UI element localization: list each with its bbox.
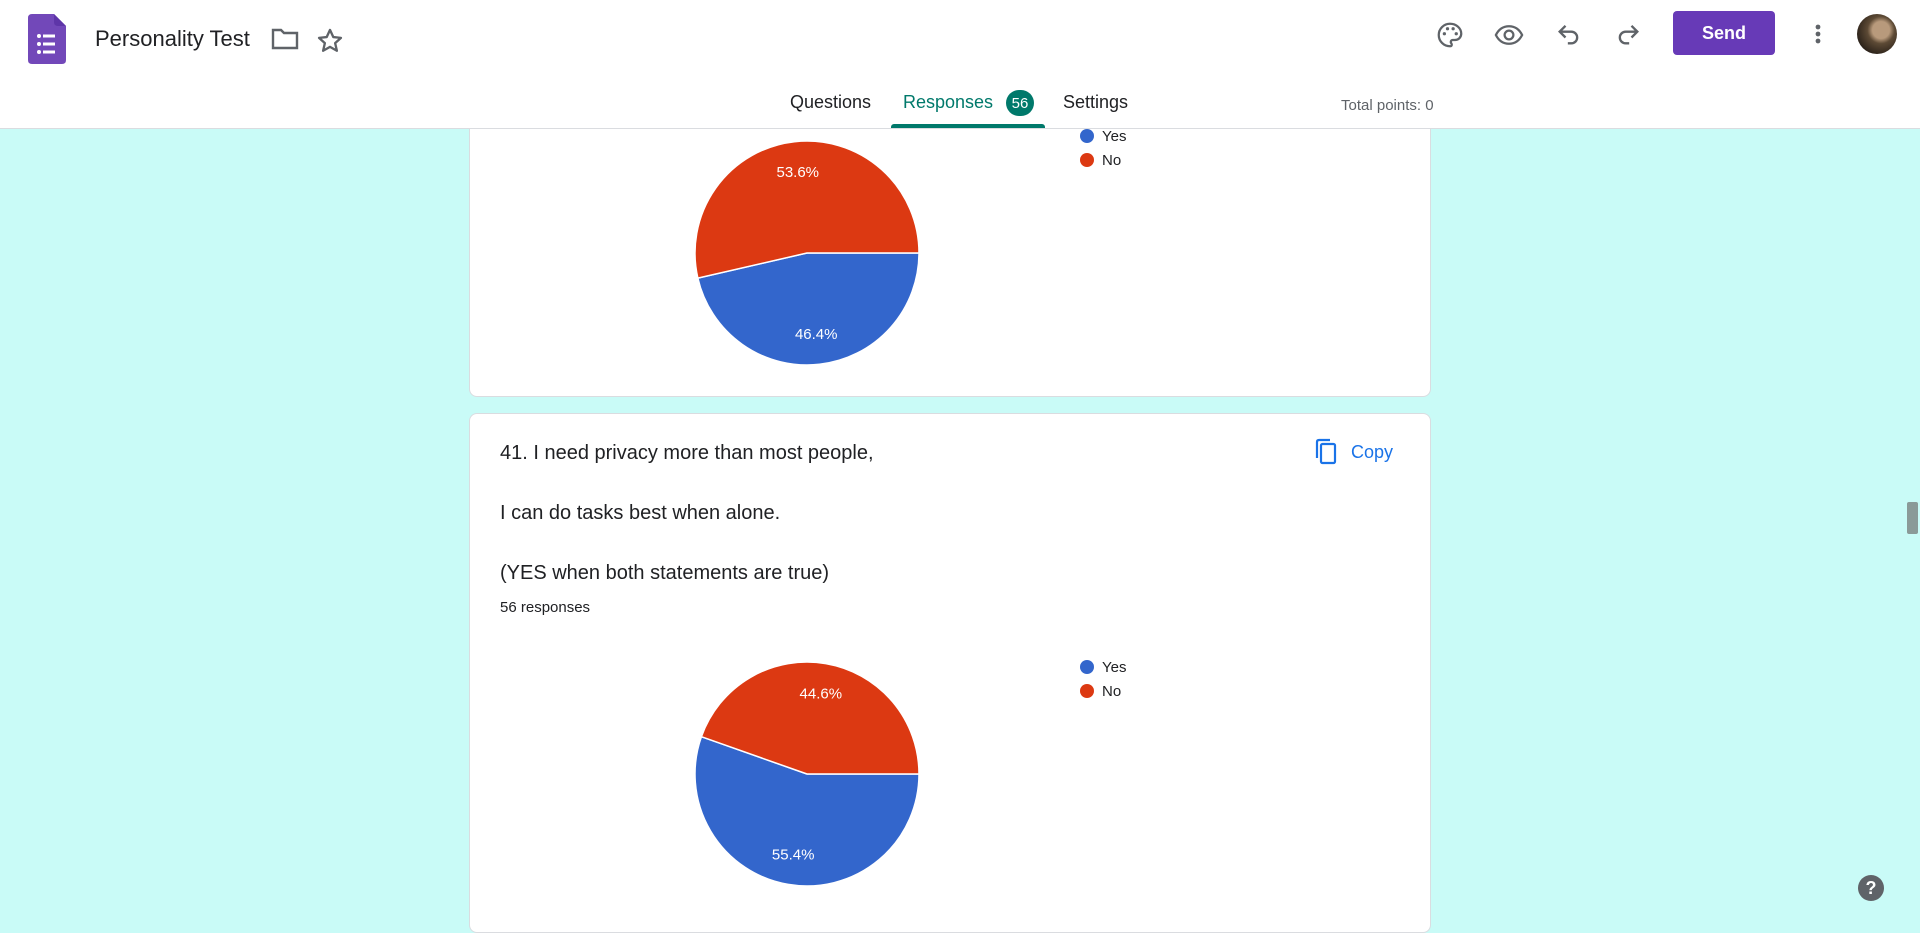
legend-label: Yes bbox=[1102, 658, 1127, 676]
question-card: 41. I need privacy more than most people… bbox=[469, 413, 1431, 933]
legend-item-no: No bbox=[1080, 679, 1126, 703]
pie-slice-label: 44.6% bbox=[800, 685, 843, 702]
chart-legend: Yes No bbox=[1080, 655, 1126, 703]
pie-chart: 55.4% 44.6% bbox=[694, 661, 920, 887]
pie-slice-label: 53.6% bbox=[776, 164, 819, 181]
question-text: 41. I need privacy more than most people… bbox=[500, 442, 874, 464]
folder-icon[interactable] bbox=[270, 26, 300, 52]
send-button[interactable]: Send bbox=[1673, 11, 1775, 55]
legend-item-no: No bbox=[1080, 148, 1126, 172]
legend-label: No bbox=[1102, 682, 1122, 700]
tab-questions[interactable]: Questions bbox=[790, 92, 871, 113]
pie-slice-label: 46.4% bbox=[795, 326, 838, 343]
forms-logo-icon[interactable] bbox=[28, 14, 66, 64]
star-icon[interactable] bbox=[316, 27, 344, 55]
help-icon[interactable]: ? bbox=[1858, 875, 1884, 901]
total-points: Total points: 0 bbox=[1341, 97, 1434, 114]
tab-responses[interactable]: Responses bbox=[903, 92, 993, 113]
copy-label: Copy bbox=[1351, 441, 1394, 462]
top-bar: Personality Test Send Questions Response… bbox=[0, 0, 1920, 129]
pie-slice-label: 55.4% bbox=[772, 847, 815, 864]
legend-label: No bbox=[1102, 151, 1122, 169]
undo-icon[interactable] bbox=[1555, 20, 1583, 48]
responses-count-badge: 56 bbox=[1006, 90, 1034, 116]
avatar[interactable] bbox=[1857, 14, 1897, 54]
legend-item-yes: Yes bbox=[1080, 655, 1126, 679]
more-vert-icon[interactable] bbox=[1806, 20, 1830, 48]
response-count: 56 responses bbox=[500, 599, 591, 616]
copy-button[interactable]: Copy bbox=[1313, 438, 1393, 466]
tab-bar: Questions Responses 56 Settings Total po… bbox=[0, 90, 1920, 128]
chart-legend: Yes No bbox=[1080, 124, 1126, 172]
legend-dot-icon bbox=[1080, 660, 1094, 674]
palette-icon[interactable] bbox=[1435, 20, 1465, 50]
scrollbar-thumb[interactable] bbox=[1907, 502, 1918, 534]
eye-icon[interactable] bbox=[1494, 20, 1524, 50]
form-title[interactable]: Personality Test bbox=[95, 26, 250, 52]
active-tab-indicator bbox=[891, 124, 1045, 128]
legend-dot-icon bbox=[1080, 684, 1094, 698]
legend-dot-icon bbox=[1080, 153, 1094, 167]
question-card: 46.4% 53.6% Yes No bbox=[469, 90, 1431, 397]
legend-dot-icon bbox=[1080, 129, 1094, 143]
question-text: (YES when both statements are true) bbox=[500, 562, 830, 584]
redo-icon[interactable] bbox=[1614, 20, 1642, 48]
pie-chart: 46.4% 53.6% bbox=[694, 140, 920, 366]
copy-icon bbox=[1315, 438, 1337, 465]
tab-settings[interactable]: Settings bbox=[1063, 92, 1128, 113]
question-text: I can do tasks best when alone. bbox=[500, 502, 781, 524]
legend-label: Yes bbox=[1102, 127, 1127, 145]
